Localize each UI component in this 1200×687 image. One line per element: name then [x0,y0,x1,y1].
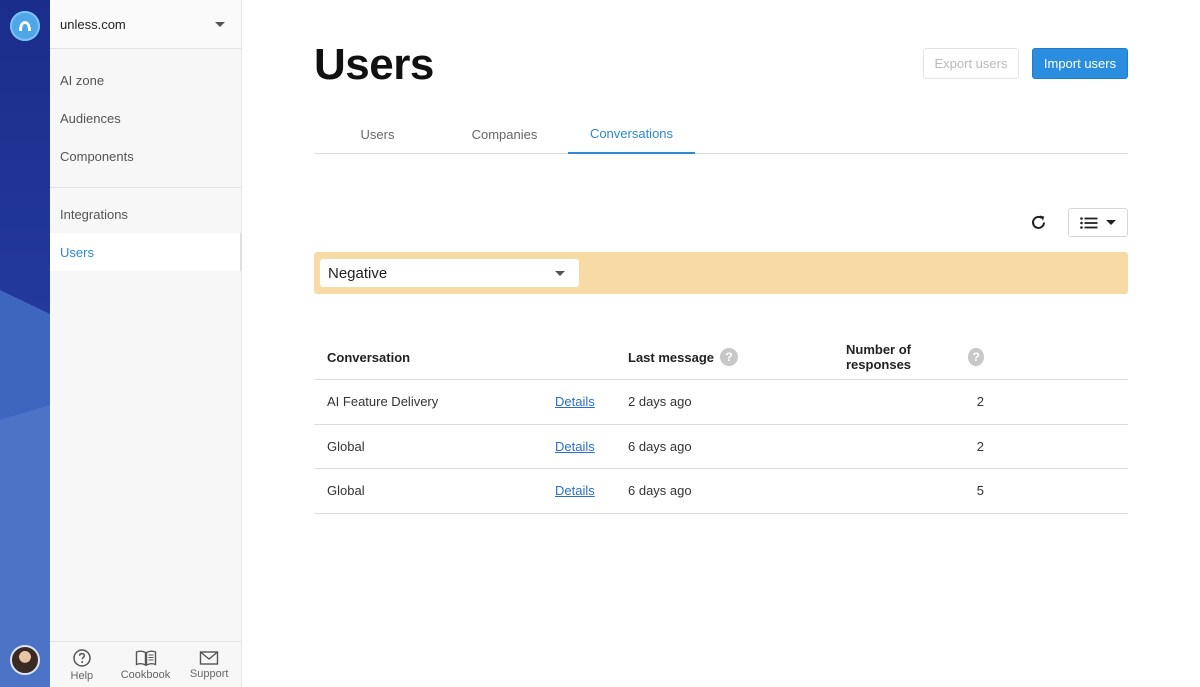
tab-bar: Users Companies Conversations [314,115,1128,154]
table-row: Global Details 6 days ago 2 [314,425,1128,469]
chevron-down-icon [215,21,225,27]
page-title: Users [314,40,434,89]
last-message: 6 days ago [628,483,692,499]
support-link[interactable]: Support [177,642,241,687]
tab-conversations[interactable]: Conversations [568,115,695,154]
help-circle-icon [73,648,91,667]
workspace-name: unless.com [60,16,126,32]
table-row: AI Feature Delivery Details 2 days ago 2 [314,380,1128,425]
cookbook-label: Cookbook [120,668,171,681]
filter-bar: Negative [314,252,1128,294]
header-responses: Number of responses ? [846,342,984,372]
table-header: Conversation Last message ? Number of re… [314,335,1128,380]
chevron-down-icon [1106,220,1116,225]
responses-count: 2 [976,438,984,454]
sentiment-filter-select[interactable]: Negative [320,259,579,287]
help-label: Help [70,669,94,682]
view-options-dropdown[interactable] [1068,208,1128,237]
main-content: Users Export users Import users Users Co… [242,0,1200,687]
sidebar-footer: Help Cookbook Support [50,641,241,687]
sidebar-item-integrations[interactable]: Integrations [50,195,241,233]
sidebar-item-components[interactable]: Components [50,137,241,175]
filter-selected-value: Negative [328,264,388,282]
header-last-message: Last message ? [628,348,846,366]
sidebar-item-label: AI zone [60,72,105,88]
cookbook-link[interactable]: Cookbook [114,642,178,687]
help-icon[interactable]: ? [720,348,738,366]
list-icon [1080,216,1098,229]
conversation-name: Global [327,438,365,454]
details-link[interactable]: Details [555,483,595,498]
export-users-button[interactable]: Export users [923,48,1019,79]
sidebar-item-audiences[interactable]: Audiences [50,99,241,137]
tab-users[interactable]: Users [314,115,441,153]
sidebar-item-label: Components [60,148,134,164]
refresh-icon [1031,215,1045,229]
app-rail [0,0,50,687]
nav-group: Integrations Users [50,188,242,271]
details-link[interactable]: Details [555,439,595,454]
header-conversation: Conversation [327,349,411,365]
sidebar: unless.com AI zone Audiences Components … [50,0,242,687]
sidebar-item-label: Audiences [60,110,121,126]
help-icon[interactable]: ? [968,348,984,366]
support-label: Support [189,667,229,680]
sidebar-item-label: Integrations [60,206,128,222]
header-last-message-label: Last message [628,349,714,365]
user-avatar[interactable] [10,645,40,675]
unless-logo-icon[interactable] [10,11,40,41]
conversation-name: Global [327,483,365,499]
last-message: 6 days ago [628,438,692,454]
conversations-table: Conversation Last message ? Number of re… [314,335,1128,514]
nav-group: AI zone Audiences Components [50,49,241,188]
book-icon [135,650,156,666]
help-link[interactable]: Help [50,642,114,687]
workspace-switcher[interactable]: unless.com [50,0,241,49]
responses-count: 2 [976,394,984,410]
responses-count: 5 [976,483,984,499]
conversation-name: AI Feature Delivery [327,394,439,410]
header-responses-label: Number of responses [846,342,912,372]
tab-companies[interactable]: Companies [441,115,568,153]
sidebar-item-label: Users [60,244,94,260]
sidebar-item-users[interactable]: Users [50,233,242,271]
sidebar-item-ai-zone[interactable]: AI zone [50,61,241,99]
table-row: Global Details 6 days ago 5 [314,469,1128,514]
mail-icon [199,650,219,665]
last-message: 2 days ago [628,394,692,410]
chevron-down-icon [555,270,565,276]
details-link[interactable]: Details [555,394,595,409]
refresh-button[interactable] [1028,212,1048,232]
import-users-button[interactable]: Import users [1032,48,1128,79]
